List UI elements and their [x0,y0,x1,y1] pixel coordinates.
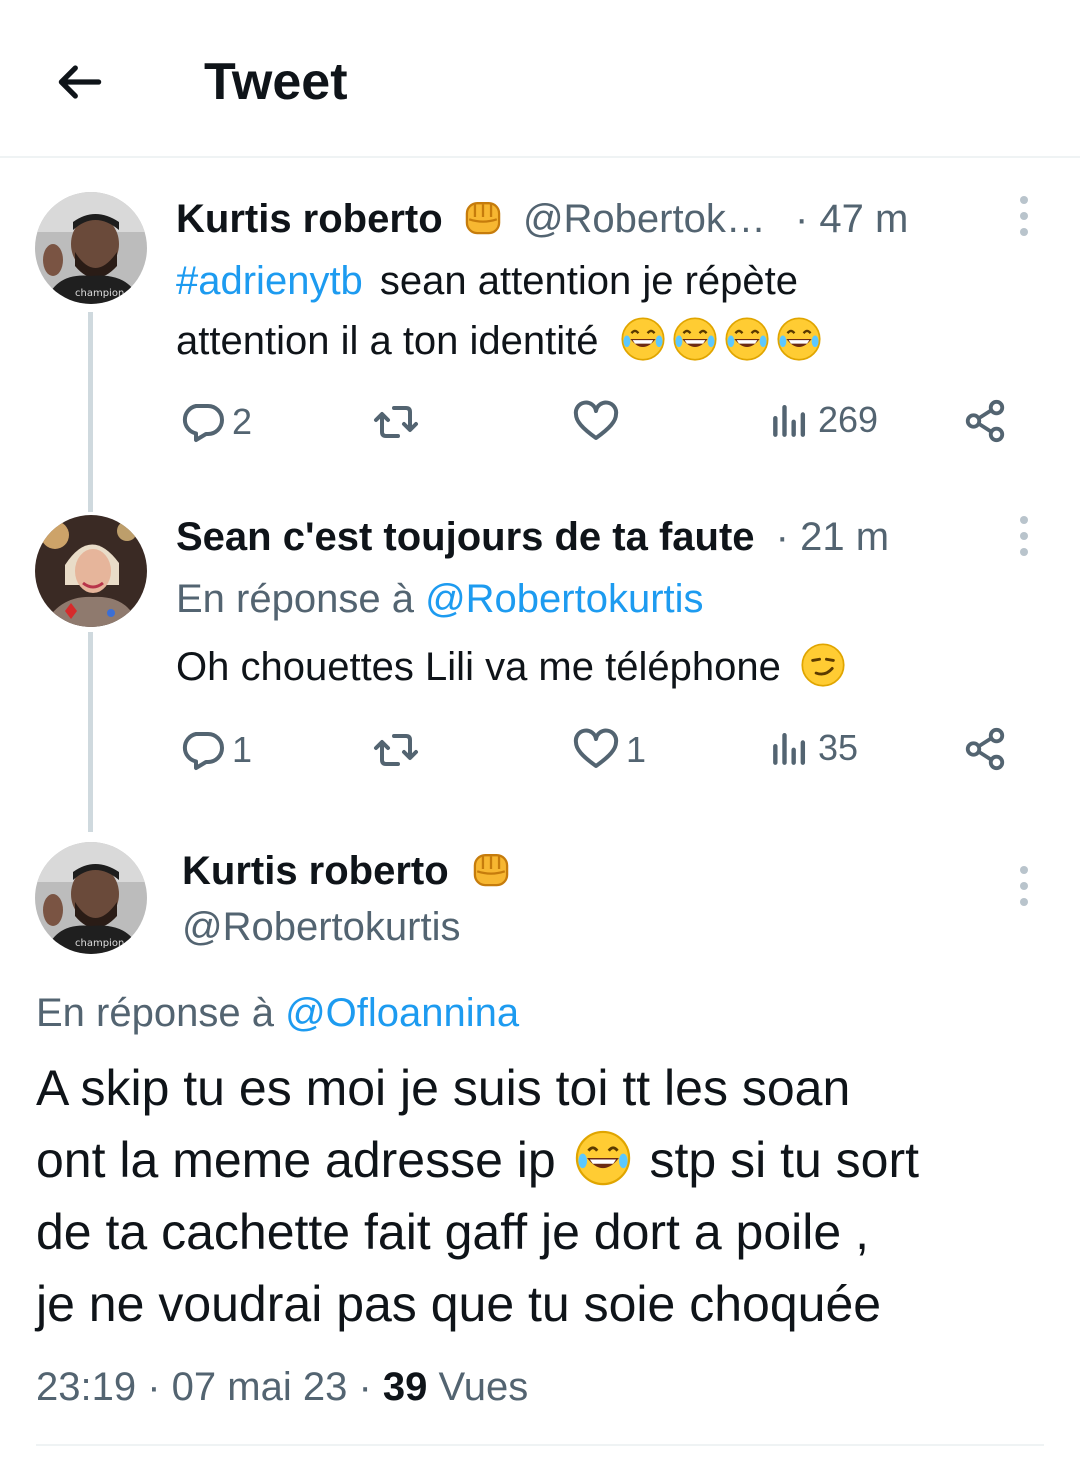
reply-icon [178,726,226,774]
share-icon [962,726,1008,772]
reply-button[interactable]: 1 [178,726,252,774]
views-count: 269 [818,399,879,440]
like-icon [572,398,620,446]
display-name[interactable]: Sean c'est toujours de ta faute [176,515,755,559]
reply-icon [178,398,226,446]
like-count: 1 [626,729,647,770]
reply-button[interactable]: 2 [178,398,252,446]
display-name[interactable]: Kurtis roberto [182,849,449,893]
views-button[interactable]: 269 [768,398,878,442]
handle[interactable]: @Robertok… [523,197,766,241]
views-label: Vues [438,1365,529,1409]
retweet-button[interactable] [372,726,426,774]
svg-text:champion: champion [75,288,124,299]
share-icon [962,398,1008,444]
tweet-body-line: de ta cachette fait gaff je dort a poile… [36,1204,869,1260]
thread-connector [88,632,93,832]
reply-context: En réponse à @Ofloannina [36,991,520,1035]
more-icon [1020,196,1028,204]
display-name[interactable]: Kurtis roberto [176,197,443,241]
back-button[interactable] [48,50,112,114]
share-button[interactable] [962,726,1008,772]
like-button[interactable]: 1 [572,726,646,774]
like-icon [572,726,620,774]
like-button[interactable] [572,398,626,446]
author-name-row: Kurtis roberto [182,846,514,896]
tweet-text: #adrienytb sean attention je répète [176,259,798,303]
laughing-tears-emoji-icon [672,316,718,362]
more-icon [1020,866,1028,874]
tweet-header: Sean c'est toujours de ta faute · 21 m [176,512,889,562]
thread-connector [88,312,93,512]
tweet-body-line: je ne voudrai pas que tu soie choquée [36,1276,882,1332]
tweet-body-line: A skip tu es moi je suis toi tt les soan [36,1060,851,1116]
more-icon [1020,516,1028,524]
views-icon [768,726,812,770]
more-options-button[interactable] [1014,196,1034,236]
more-options-button[interactable] [1014,516,1034,556]
fist-emoji-icon [468,846,514,892]
tweet-actions: 2 269 [178,398,1018,454]
retweet-icon [372,726,420,774]
avatar[interactable]: champion [35,842,147,954]
avatar[interactable]: champion [35,192,147,304]
tweet-header: Kurtis roberto @Robertok… · 47 m [176,194,908,244]
smirk-emoji-icon [800,642,846,688]
timestamp[interactable]: · 21 m [776,515,889,559]
reply-to-link[interactable]: @Ofloannina [285,991,519,1035]
hashtag-link[interactable]: #adrienytb [176,259,363,303]
reply-count: 1 [232,729,253,770]
views-number: 39 [382,1365,428,1409]
fist-emoji-icon [460,194,506,240]
more-options-button[interactable] [1014,866,1034,906]
retweet-button[interactable] [372,398,426,446]
divider [36,1444,1044,1446]
tweet-text: attention il a ton identité [176,316,828,366]
laughing-tears-emoji-icon [574,1129,632,1187]
handle[interactable]: @Robertokurtis [182,902,460,952]
tweet-date[interactable]: 07 mai 23 [172,1365,348,1409]
page-title: Tweet [204,53,348,111]
back-arrow-icon [58,65,102,99]
tweet-text: Oh chouettes Lili va me téléphone [176,642,852,692]
timestamp[interactable]: · 47 m [795,197,908,241]
retweet-icon [372,398,420,446]
tweet-meta: 23:19 · 07 mai 23 · 39 Vues [36,1365,529,1409]
laughing-tears-emoji-icon [620,316,666,362]
tweet-time[interactable]: 23:19 [36,1365,136,1409]
share-button[interactable] [962,398,1008,444]
views-button[interactable]: 35 [768,726,858,770]
svg-text:champion: champion [75,938,124,949]
tweet-body-line: ont la meme adresse ip stp si tu sort [36,1124,919,1196]
views-icon [768,398,812,442]
top-bar: Tweet [0,0,1080,158]
laughing-tears-emoji-icon [776,316,822,362]
reply-count: 2 [232,401,253,442]
tweet-actions: 1 1 35 [178,726,1018,782]
views-count: 35 [818,727,859,768]
reply-to-link[interactable]: @Robertokurtis [425,577,703,621]
avatar[interactable] [35,515,147,627]
laughing-tears-emoji-icon [724,316,770,362]
reply-context: En réponse à @Robertokurtis [176,577,704,621]
